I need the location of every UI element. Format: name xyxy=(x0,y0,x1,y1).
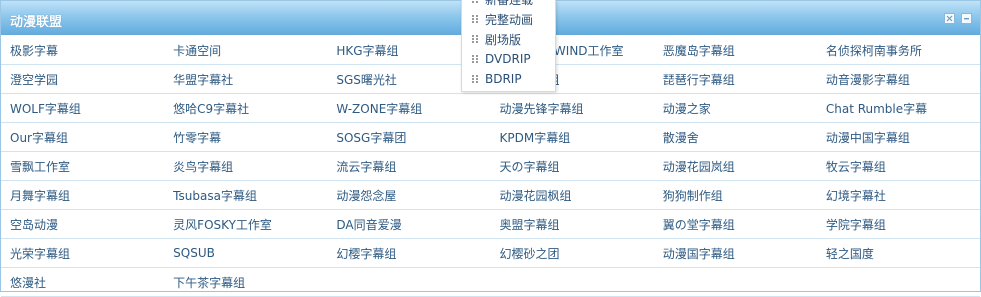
fansub-group-link[interactable]: 空岛动漫 xyxy=(1,216,164,233)
category-dropdown-menu: 新番连载完整动画剧场版 DVDRIP BDRIP xyxy=(461,0,556,92)
fansub-group-link[interactable]: 动音漫影字幕组 xyxy=(817,71,980,88)
fansub-group-link[interactable]: KPDM字幕组 xyxy=(491,129,654,146)
fansub-group-link[interactable]: 动漫花园岚组 xyxy=(654,158,817,175)
table-row: 光荣字幕组 SQSUB 幻樱字幕组 幻樱砂之团 动漫国字幕组 轻之国度 xyxy=(1,239,980,268)
fansub-group-link[interactable]: 动漫先锋字幕组 xyxy=(491,100,654,117)
fansub-group-link[interactable]: 恶魔岛字幕组 xyxy=(654,42,817,59)
fansub-group-link[interactable]: 幻樱砂之团 xyxy=(491,245,654,262)
fansub-group-link[interactable]: 动漫中国字幕组 xyxy=(817,129,980,146)
fansub-group-link[interactable]: SQSUB xyxy=(164,246,327,260)
dropdown-menu-item[interactable]: BDRIP xyxy=(462,69,555,89)
fansub-group-link[interactable]: 翼の堂字幕组 xyxy=(654,216,817,233)
fansub-group-link[interactable]: Our字幕组 xyxy=(1,129,164,146)
grip-dots-icon xyxy=(472,0,479,4)
table-row: 月舞字幕组 Tsubasa字幕组 动漫怨念屋 动漫花园枫组 狗狗制作组 幻境字幕社 xyxy=(1,181,980,210)
fansub-group-link[interactable]: 极影字幕 xyxy=(1,42,164,59)
grip-dots-icon xyxy=(472,14,479,24)
fansub-group-link[interactable]: 流云字幕组 xyxy=(327,158,490,175)
fansub-group-link[interactable]: 琵琶行字幕组 xyxy=(654,71,817,88)
dropdown-menu-item-label: DVDRIP xyxy=(485,52,531,66)
fansub-group-link[interactable]: DA同音爱漫 xyxy=(327,216,490,233)
fansub-group-link[interactable]: 悠漫社 xyxy=(1,274,164,291)
table-row: WOLF字幕组 悠哈C9字幕社 W-ZONE字幕组 动漫先锋字幕组 动漫之家 Chat R… xyxy=(1,94,980,123)
fansub-group-link[interactable]: 炎鸟字幕组 xyxy=(164,158,327,175)
panel-title: 动漫联盟 xyxy=(10,15,63,30)
dropdown-menu-item[interactable]: 新番连载 xyxy=(462,0,555,9)
dropdown-menu-item[interactable]: 剧场版 xyxy=(462,29,555,49)
fansub-group-link[interactable]: SOSG字幕团 xyxy=(327,129,490,146)
dropdown-menu-item-label: BDRIP xyxy=(485,72,522,86)
dropdown-menu-item-label: 完整动画 xyxy=(485,12,534,27)
fansub-group-link[interactable]: 幻樱字幕组 xyxy=(327,245,490,262)
fansub-group-link[interactable]: WOLF字幕组 xyxy=(1,100,164,117)
table-row: 空岛动漫 灵风FOSKY工作室 DA同音爱漫 奥盟字幕组 翼の堂字幕组 学院字幕组 xyxy=(1,210,980,239)
dropdown-menu-item-label: 剧场版 xyxy=(485,32,522,47)
table-row: Our字幕组 竹零字幕 SOSG字幕团 KPDM字幕组 散漫舍 动漫中国字幕组 xyxy=(1,123,980,152)
dropdown-menu-item[interactable]: 完整动画 xyxy=(462,9,555,29)
fansub-group-link[interactable]: 动漫之家 xyxy=(654,100,817,117)
fansub-group-link[interactable]: 悠哈C9字幕社 xyxy=(164,100,327,117)
dropdown-menu-item[interactable]: DVDRIP xyxy=(462,49,555,69)
minimize-icon[interactable] xyxy=(961,13,972,24)
grip-dots-icon xyxy=(472,54,479,64)
dropdown-menu-item-label: 新番连载 xyxy=(485,0,533,8)
fansub-group-link[interactable]: 光荣字幕组 xyxy=(1,245,164,262)
fansub-group-link[interactable]: 澄空学园 xyxy=(1,71,164,88)
fansub-group-link[interactable]: 奥盟字幕组 xyxy=(491,216,654,233)
fansub-group-link[interactable]: 动漫怨念屋 xyxy=(327,187,490,204)
fansub-group-link[interactable]: 学院字幕组 xyxy=(817,216,980,233)
table-row: 悠漫社 下午茶字幕组 xyxy=(1,268,980,297)
fansub-group-link[interactable]: 月舞字幕组 xyxy=(1,187,164,204)
close-icon[interactable] xyxy=(944,13,955,24)
fansub-group-link[interactable]: 牧云字幕组 xyxy=(817,158,980,175)
fansub-group-link[interactable]: 名侦探柯南事务所 xyxy=(817,42,980,59)
fansub-group-link[interactable]: 天の字幕组 xyxy=(491,158,654,175)
fansub-group-link[interactable]: 轻之国度 xyxy=(817,245,980,262)
fansub-group-link[interactable]: Chat Rumble字幕 xyxy=(817,100,980,117)
fansub-group-link[interactable]: 下午茶字幕组 xyxy=(164,274,327,291)
fansub-group-link[interactable]: 华盟字幕社 xyxy=(164,71,327,88)
fansub-group-link[interactable]: 灵风FOSKY工作室 xyxy=(164,216,327,233)
fansub-group-link[interactable]: 雪飘工作室 xyxy=(1,158,164,175)
table-row: 雪飘工作室 炎鸟字幕组 流云字幕组 天の字幕组 动漫花园岚组 牧云字幕组 xyxy=(1,152,980,181)
fansub-group-link[interactable]: 卡通空间 xyxy=(164,42,327,59)
fansub-group-link[interactable]: 动漫花园枫组 xyxy=(491,187,654,204)
grip-dots-icon xyxy=(472,34,479,44)
fansub-group-link[interactable]: 动漫国字幕组 xyxy=(654,245,817,262)
grip-dots-icon xyxy=(472,74,479,84)
fansub-group-link[interactable]: W-ZONE字幕组 xyxy=(327,100,490,117)
fansub-group-link[interactable]: 幻境字幕社 xyxy=(817,187,980,204)
fansub-group-link[interactable]: 竹零字幕 xyxy=(164,129,327,146)
fansub-group-link[interactable]: Tsubasa字幕组 xyxy=(164,187,327,204)
header-buttons xyxy=(944,13,972,24)
fansub-group-link[interactable]: 狗狗制作组 xyxy=(654,187,817,204)
fansub-group-link[interactable]: 散漫舍 xyxy=(654,129,817,146)
